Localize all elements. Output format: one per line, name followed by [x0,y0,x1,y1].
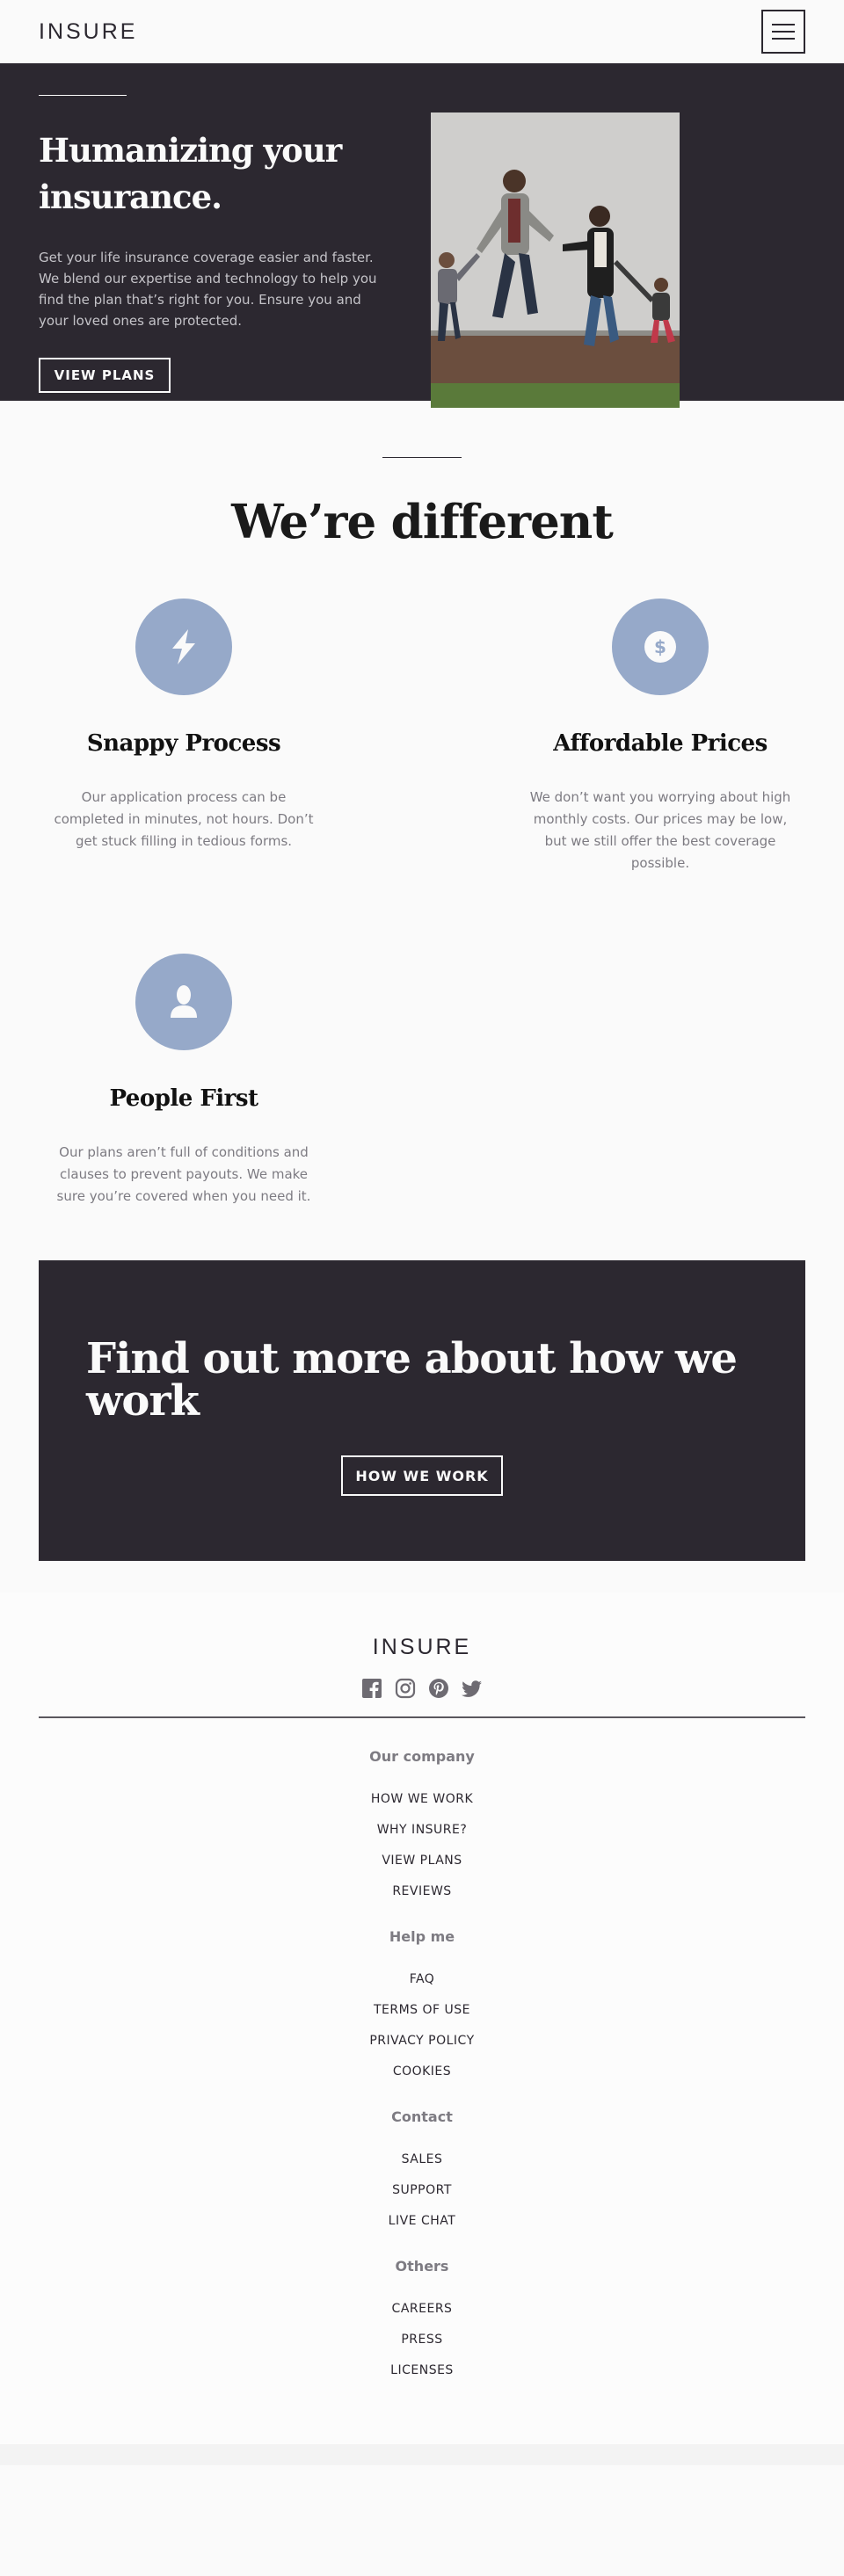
footer-link-item: LICENSES [39,2361,805,2377]
section-divider [382,457,462,458]
footer-logo[interactable]: INSURE [39,1635,805,1660]
facebook-icon[interactable] [361,1678,382,1699]
cta-title: Find out more about how we work [86,1334,738,1426]
footer-divider [39,1716,805,1718]
footer-link-item: SALES [39,2150,805,2166]
social-links [39,1678,805,1699]
footer-link-item: FAQ [39,1970,805,1986]
footer-group-heading: Help me [389,1928,455,1945]
feature-card: People First Our plans aren’t full of co… [39,954,329,1208]
footer-links: HOW WE WORK WHY INSURE? VIEW PLANS REVIE… [39,1789,805,1898]
how-we-work-button[interactable]: HOW WE WORK [341,1455,503,1496]
footer-spacer [0,1561,844,1593]
footer-link-item: LIVE CHAT [39,2211,805,2228]
feature-title: People First [109,1085,258,1112]
dollar-icon: $ [612,599,709,695]
lightning-bolt-glyph [172,629,195,664]
hero-divider [39,95,127,96]
family-illustration [431,112,680,408]
features-grid: Snappy Process Our application process c… [39,599,805,1208]
footer-link-careers[interactable]: CAREERS [392,2302,453,2316]
twitter-icon[interactable] [462,1678,483,1699]
footer-link-item: REVIEWS [39,1882,805,1898]
footer-group-our-company: Our company HOW WE WORK WHY INSURE? VIEW… [39,1748,805,1898]
view-plans-button[interactable]: VIEW PLANS [39,358,171,393]
footer-link-item: PRIVACY POLICY [39,2031,805,2048]
section-title: We’re different [231,495,614,549]
footer-link-privacy-policy[interactable]: PRIVACY POLICY [369,2034,474,2048]
person-glyph [171,985,197,1018]
footer-links: FAQ TERMS OF USE PRIVACY POLICY COOKIES [39,1970,805,2079]
hero-section: Humanizing your insurance. Get your life… [0,63,844,408]
footer-link-item: HOW WE WORK [39,1789,805,1806]
footer-link-how-we-work[interactable]: HOW WE WORK [371,1792,473,1806]
hero-text: Get your life insurance coverage easier … [39,250,377,329]
feature-text: Our plans aren’t full of conditions and … [56,1144,311,1204]
footer-link-support[interactable]: SUPPORT [392,2183,452,2197]
hamburger-menu-icon[interactable] [761,10,805,54]
feature-card: Snappy Process Our application process c… [39,599,329,874]
logo[interactable]: INSURE [39,19,137,45]
cta-section: Find out more about how we work HOW WE W… [39,1260,805,1561]
feature-text: We don’t want you worrying about high mo… [529,789,791,871]
footer-group-contact: Contact SALES SUPPORT LIVE CHAT [39,2108,805,2228]
footer-links: SALES SUPPORT LIVE CHAT [39,2150,805,2228]
lightning-bolt-icon [135,599,232,695]
pinterest-icon[interactable] [428,1678,449,1699]
feature-card: $ Affordable Prices We don’t want you wo… [515,599,805,874]
instagram-icon[interactable] [395,1678,416,1699]
footer-link-reviews[interactable]: REVIEWS [392,1884,451,1898]
footer-link-faq[interactable]: FAQ [410,1972,435,1986]
feature-text: Our application process can be completed… [54,789,314,849]
footer-link-item: WHY INSURE? [39,1820,805,1837]
menu-bar [772,38,795,40]
family-photo [431,112,680,408]
footer-link-item: COOKIES [39,2062,805,2079]
footer-link-item: VIEW PLANS [39,1851,805,1868]
footer-link-item: TERMS OF USE [39,2000,805,2017]
footer-link-cookies[interactable]: COOKIES [393,2064,451,2079]
site-footer: INSURE Our company HOW WE WORK WHY INSUR… [0,1593,844,2444]
footer-link-sales[interactable]: SALES [402,2152,443,2166]
feature-title: Snappy Process [86,730,281,757]
svg-text:$: $ [654,636,666,657]
footer-group-heading: Our company [369,1748,475,1765]
footer-link-item: PRESS [39,2330,805,2347]
menu-bar [772,31,795,33]
footer-link-item: CAREERS [39,2299,805,2316]
hero-title: Humanizing your insurance. [39,131,342,216]
footer-link-live-chat[interactable]: LIVE CHAT [389,2214,456,2228]
footer-link-press[interactable]: PRESS [401,2333,442,2347]
footer-link-licenses[interactable]: LICENSES [390,2363,454,2377]
page-bottom-band [0,2444,844,2465]
dollar-glyph: $ [644,631,676,663]
footer-link-view-plans[interactable]: VIEW PLANS [382,1854,462,1868]
footer-link-why-insure[interactable]: WHY INSURE? [377,1823,468,1837]
footer-links: CAREERS PRESS LICENSES [39,2299,805,2377]
footer-group-help-me: Help me FAQ TERMS OF USE PRIVACY POLICY … [39,1928,805,2079]
footer-link-terms-of-use[interactable]: TERMS OF USE [374,2003,470,2017]
features-section: We’re different Snappy Process Our appli… [0,401,844,1260]
footer-group-heading: Contact [391,2108,453,2125]
site-header: INSURE [0,0,844,63]
menu-bar [772,24,795,25]
person-icon [135,954,232,1050]
footer-group-heading: Others [395,2258,449,2275]
footer-link-item: SUPPORT [39,2181,805,2197]
footer-group-others: Others CAREERS PRESS LICENSES [39,2258,805,2377]
feature-title: Affordable Prices [553,730,768,757]
